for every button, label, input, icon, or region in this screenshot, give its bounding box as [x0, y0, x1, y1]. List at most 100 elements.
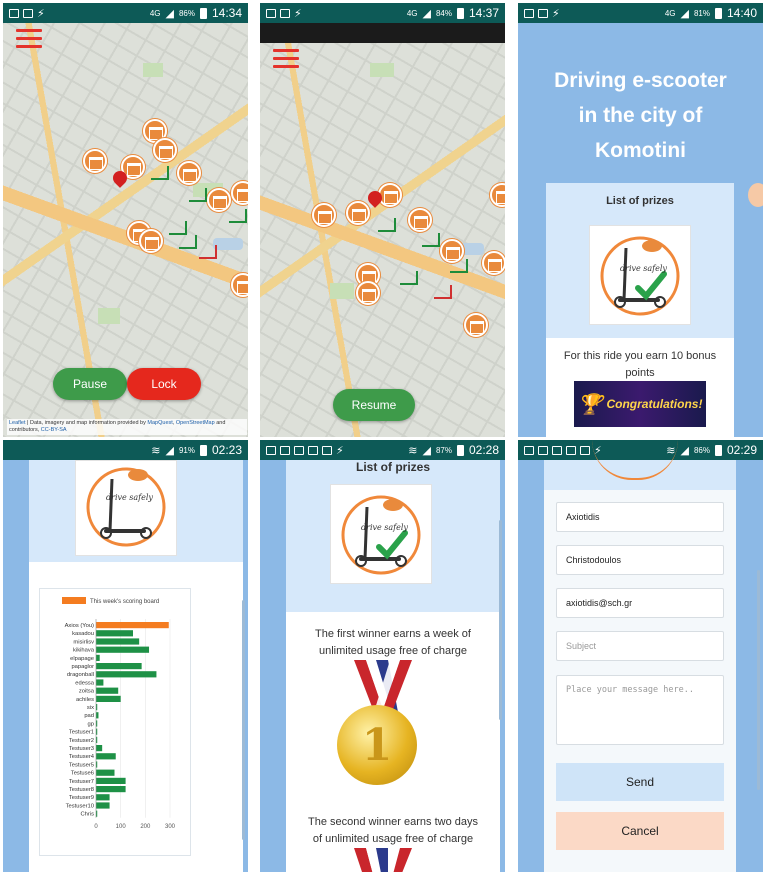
- map-view[interactable]: Pause Lock Leaflet | Data, imagery and m…: [3, 23, 248, 437]
- first-name-field[interactable]: Christodoulos: [556, 545, 724, 575]
- drive-safely-logo: drive safely: [330, 484, 432, 584]
- network-type: 4G: [149, 8, 161, 18]
- battery-percent: 91%: [178, 445, 195, 455]
- message-field[interactable]: Place your message here..: [556, 675, 724, 745]
- bar: [96, 786, 126, 793]
- app-icon: [322, 445, 332, 455]
- signal-icon: ◢: [422, 444, 431, 457]
- signal-icon: ◢: [680, 444, 689, 457]
- station-marker[interactable]: [408, 208, 432, 232]
- station-marker[interactable]: [482, 251, 505, 275]
- clock: 14:37: [468, 6, 499, 20]
- scooter-marker[interactable]: [378, 218, 396, 232]
- y-tick-label: Testuse6: [71, 771, 94, 777]
- scooter-marker[interactable]: [179, 235, 197, 249]
- first-prize-line-2: unlimited usage free of charge: [319, 645, 467, 657]
- signal-icon: ◢: [165, 444, 174, 457]
- charging-icon: ⚡: [552, 7, 560, 20]
- battery-icon: [456, 444, 464, 456]
- status-bar: ≋ ◢ 91% 02:23: [3, 440, 248, 460]
- page-title-line-3: Komotini: [595, 139, 686, 162]
- scooter-marker-red[interactable]: [199, 245, 217, 259]
- y-tick-label: Testuser5: [69, 762, 94, 768]
- station-marker[interactable]: [153, 138, 177, 162]
- battery-icon: [199, 444, 207, 456]
- y-tick-label: pad: [84, 713, 94, 719]
- scrollbar[interactable]: [499, 520, 502, 720]
- screen-ride-summary: ⚡ 4G ◢ 81% 14:40 Driving e-scooter in th…: [518, 3, 763, 437]
- resume-button[interactable]: Resume: [333, 389, 415, 421]
- medal-ribbon: [354, 848, 412, 872]
- medal-number: 1: [361, 719, 393, 771]
- email-field[interactable]: axiotidis@sch.gr: [556, 588, 724, 618]
- station-marker[interactable]: [312, 203, 336, 227]
- leaflet-link[interactable]: Leaflet: [9, 420, 26, 426]
- mapquest-link[interactable]: MapQuest: [147, 420, 172, 426]
- scooter-marker-red[interactable]: [434, 285, 452, 299]
- page-title-line-1: Driving e-scooter: [554, 69, 727, 92]
- page-title-line-2: in the city of: [578, 104, 703, 127]
- clock: 14:34: [211, 6, 242, 20]
- scooter-marker[interactable]: [189, 188, 207, 202]
- signal-icon: ◢: [165, 7, 174, 20]
- y-tick-label: achiles: [76, 697, 94, 703]
- app-icon: [280, 445, 290, 455]
- station-marker[interactable]: [207, 188, 231, 212]
- card-header: drive safely: [29, 460, 243, 562]
- app-background: Driving e-scooter in the city of Komotin…: [518, 23, 763, 437]
- y-tick-label: edessa: [75, 680, 94, 686]
- station-marker[interactable]: [83, 149, 107, 173]
- clock: 14:40: [726, 6, 757, 20]
- notification-icon: [524, 8, 534, 18]
- scooter-marker[interactable]: [450, 259, 468, 273]
- subject-field[interactable]: Subject: [556, 631, 724, 661]
- last-name-field[interactable]: Axiotidis: [556, 502, 724, 532]
- notification-icon: [266, 8, 276, 18]
- scooter-marker[interactable]: [229, 209, 247, 223]
- cancel-button[interactable]: Cancel: [556, 812, 724, 850]
- app-icon: [538, 445, 548, 455]
- congrats-text: Congratulations!: [606, 397, 703, 411]
- bar: [96, 622, 169, 629]
- scrollbar[interactable]: [757, 570, 760, 790]
- scooter-marker[interactable]: [422, 233, 440, 247]
- app-icon: [266, 445, 276, 455]
- wifi-icon: ≋: [151, 444, 161, 457]
- menu-icon[interactable]: [16, 29, 42, 49]
- station-marker[interactable]: [356, 281, 380, 305]
- bar: [96, 777, 126, 784]
- y-tick-label: papaglor: [71, 664, 94, 670]
- send-button[interactable]: Send: [556, 763, 724, 801]
- license-link[interactable]: CC-BY-SA: [41, 427, 67, 433]
- station-marker[interactable]: [346, 201, 370, 225]
- station-marker[interactable]: [139, 229, 163, 253]
- y-tick-label: Testuser1: [69, 730, 94, 736]
- pause-button[interactable]: Pause: [53, 368, 127, 400]
- osm-link[interactable]: OpenStreetMap: [176, 420, 215, 426]
- x-tick-label: 300: [165, 824, 176, 830]
- scooter-marker[interactable]: [169, 221, 187, 235]
- y-tick-label: gp: [88, 721, 94, 727]
- scoring-chart: This week's scoring board 0 100 200 300 Axios…: [39, 588, 191, 856]
- menu-icon[interactable]: [273, 49, 299, 69]
- station-marker[interactable]: [490, 183, 505, 207]
- station-marker[interactable]: [177, 161, 201, 185]
- battery-percent: 87%: [435, 445, 452, 455]
- station-marker[interactable]: [231, 181, 248, 205]
- scooter-marker[interactable]: [151, 166, 169, 180]
- battery-icon: [199, 7, 207, 19]
- y-tick-label: misirlisv: [73, 639, 94, 645]
- scrollbar[interactable]: [242, 600, 245, 840]
- y-tick-label: Testuser8: [69, 787, 94, 793]
- lock-button[interactable]: Lock: [127, 368, 201, 400]
- y-tick-label: Testuser3: [69, 746, 94, 752]
- station-marker[interactable]: [464, 313, 488, 337]
- scooter-marker[interactable]: [400, 271, 418, 285]
- station-marker[interactable]: [231, 273, 248, 297]
- y-tick-label: elpapage: [70, 656, 94, 662]
- scoring-chart-svg: This week's scoring board 0 100 200 300 Axios…: [62, 597, 176, 830]
- gold-medal: 1: [337, 705, 417, 785]
- logo-edge: [592, 440, 678, 480]
- map-view[interactable]: Resume: [260, 43, 505, 437]
- app-background: List of prizes drive safely The first wi…: [260, 460, 505, 872]
